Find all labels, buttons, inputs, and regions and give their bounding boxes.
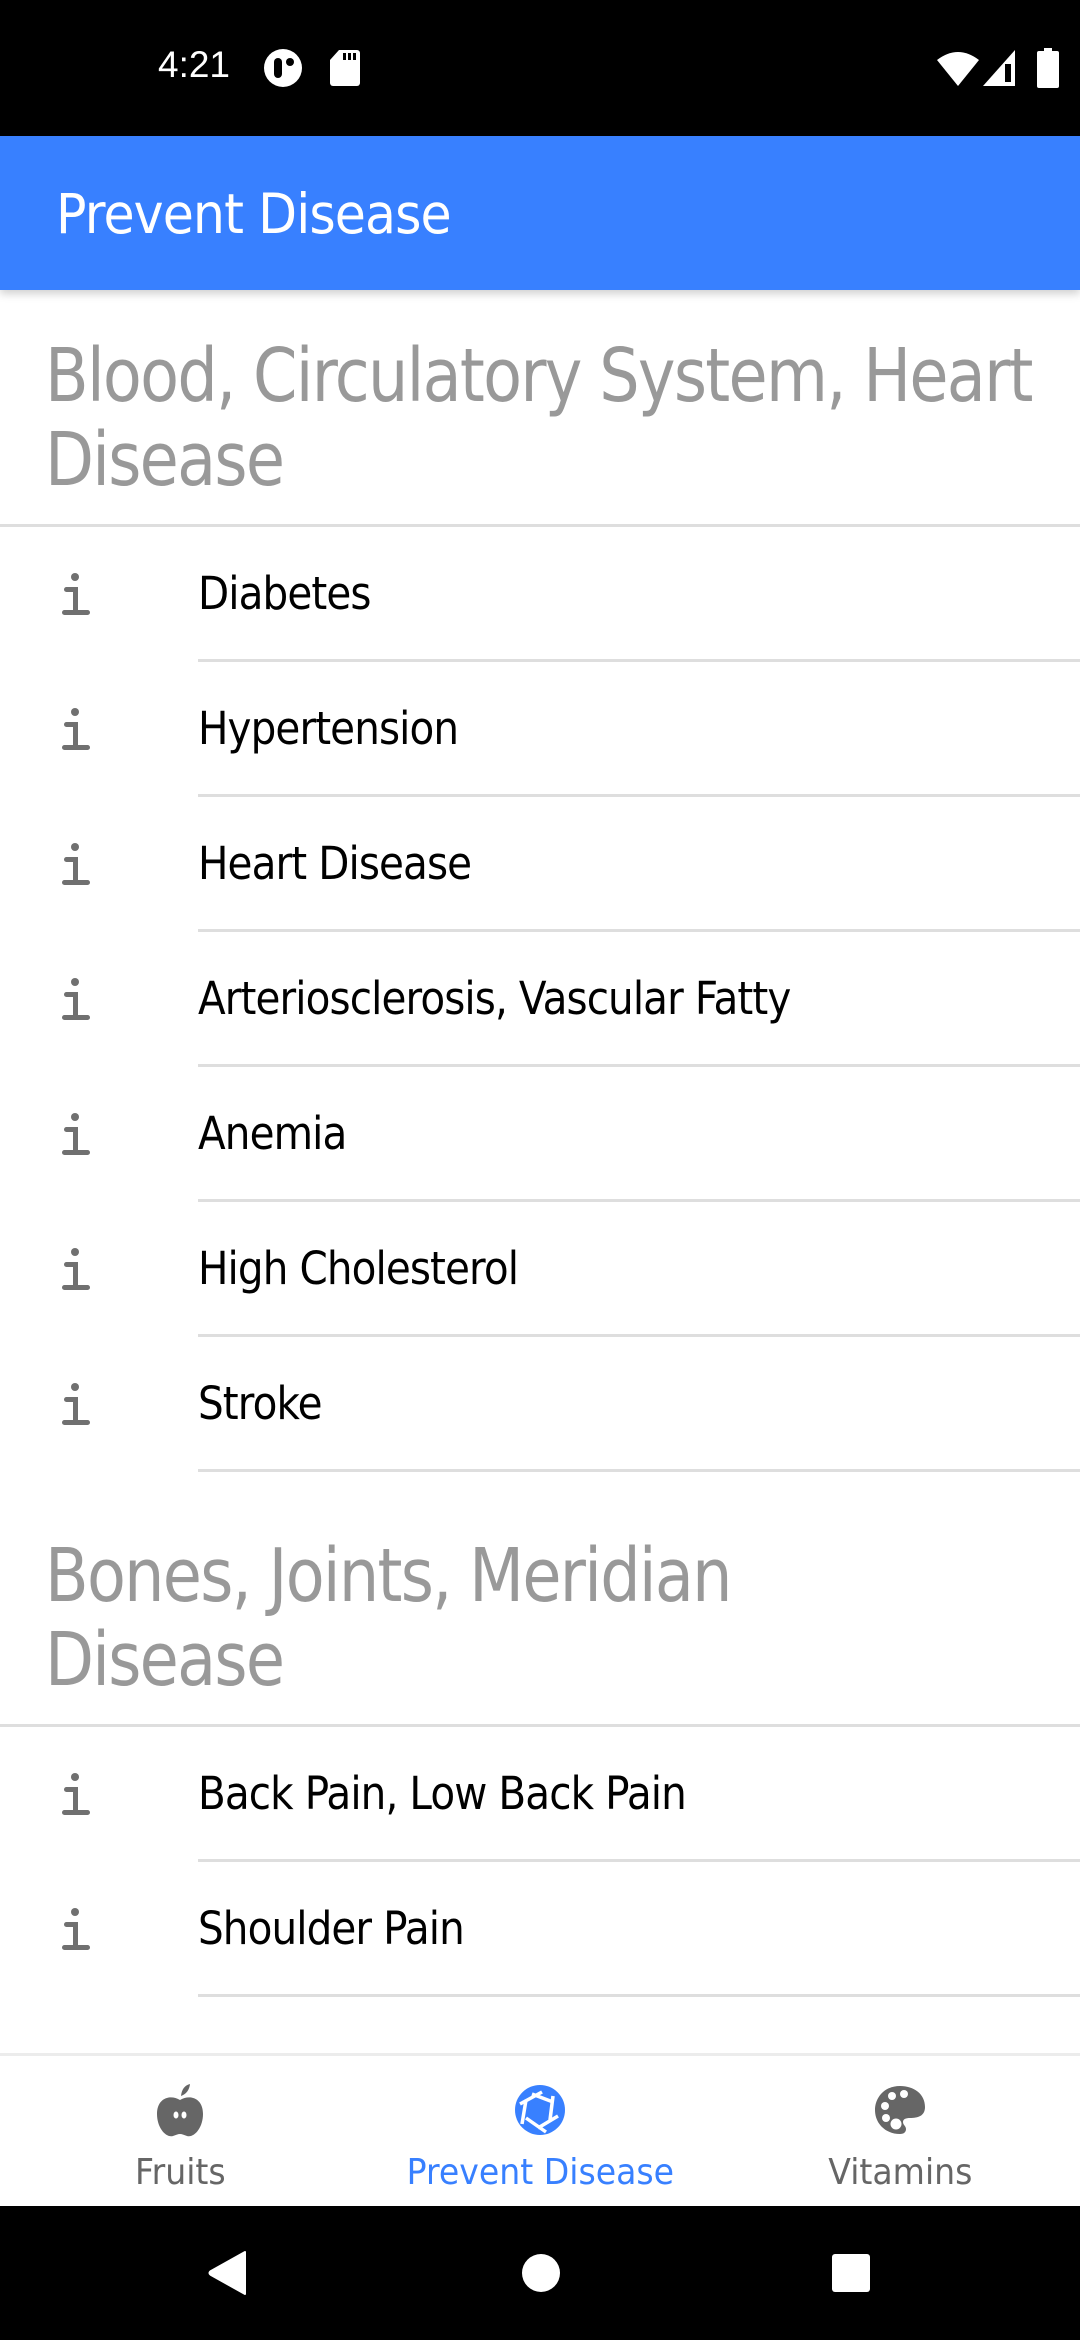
disease-list[interactable]: Blood, Circulatory System, Heart Disease… xyxy=(0,290,1080,2053)
list-item-high-cholesterol[interactable]: High Cholesterol xyxy=(0,1202,1080,1337)
sd-card-icon xyxy=(330,50,360,86)
list-item-anemia[interactable]: Anemia xyxy=(0,1067,1080,1202)
tab-fruits[interactable]: Fruits xyxy=(0,2056,360,2206)
item-label: Hypertension xyxy=(198,701,459,755)
info-icon xyxy=(62,842,90,885)
home-icon[interactable] xyxy=(521,2253,561,2293)
info-icon xyxy=(62,572,90,615)
item-label: High Cholesterol xyxy=(198,1241,519,1295)
bottom-tab-bar: Fruits Prevent Disease Vitamins xyxy=(0,2053,1080,2206)
list-item-heart-disease[interactable]: Heart Disease xyxy=(0,797,1080,932)
item-label: Diabetes xyxy=(198,566,371,620)
palette-icon xyxy=(875,2086,925,2134)
status-bar: 4:21 xyxy=(0,0,1080,136)
item-label: Back Pain, Low Back Pain xyxy=(198,1766,687,1820)
section-title: Bones, Joints, Meridian Disease xyxy=(45,1533,732,1703)
info-icon xyxy=(62,1382,90,1425)
list-item-arteriosclerosis[interactable]: Arteriosclerosis, Vascular Fatty xyxy=(0,932,1080,1067)
system-nav-bar xyxy=(0,2206,1080,2340)
section-header: Blood, Circulatory System, Heart Disease xyxy=(0,290,1080,527)
info-icon xyxy=(62,1907,90,1950)
tab-prevent-disease[interactable]: Prevent Disease xyxy=(360,2056,720,2206)
item-label: Heart Disease xyxy=(198,836,472,890)
data-saver-icon xyxy=(264,49,302,87)
aperture-icon xyxy=(515,2085,565,2135)
item-label: Stroke xyxy=(198,1376,323,1430)
list-item-shoulder-pain[interactable]: Shoulder Pain xyxy=(0,1862,1080,1997)
back-icon[interactable] xyxy=(207,2250,247,2296)
info-icon xyxy=(62,1112,90,1155)
list-item-diabetes[interactable]: Diabetes xyxy=(0,527,1080,662)
item-label: Anemia xyxy=(198,1106,347,1160)
list-item-back-pain[interactable]: Back Pain, Low Back Pain xyxy=(0,1727,1080,1862)
battery-icon xyxy=(1037,48,1059,88)
info-icon xyxy=(62,1247,90,1290)
tab-label: Fruits xyxy=(134,2152,226,2193)
list-item-hypertension[interactable]: Hypertension xyxy=(0,662,1080,797)
wifi-icon xyxy=(937,52,979,86)
item-label: Shoulder Pain xyxy=(198,1901,465,1955)
info-icon xyxy=(62,977,90,1020)
tab-label: Vitamins xyxy=(827,2152,973,2193)
page-title: Prevent Disease xyxy=(56,182,452,246)
app-bar: Prevent Disease xyxy=(0,136,1080,290)
recents-icon[interactable] xyxy=(831,2253,871,2293)
apple-icon xyxy=(157,2084,203,2137)
item-label: Arteriosclerosis, Vascular Fatty xyxy=(198,971,791,1025)
section-title: Blood, Circulatory System, Heart Disease xyxy=(45,333,1033,503)
cell-signal-icon xyxy=(983,50,1015,86)
tab-label: Prevent Disease xyxy=(406,2152,674,2193)
list-item-stroke[interactable]: Stroke xyxy=(0,1337,1080,1472)
info-icon xyxy=(62,1772,90,1815)
section-bones-joints: Bones, Joints, Meridian Disease Back Pai… xyxy=(0,1472,1080,1997)
info-icon xyxy=(62,707,90,750)
section-blood-circulatory: Blood, Circulatory System, Heart Disease… xyxy=(0,290,1080,1472)
status-time: 4:21 xyxy=(158,44,231,85)
section-header: Bones, Joints, Meridian Disease xyxy=(0,1472,1080,1727)
tab-vitamins[interactable]: Vitamins xyxy=(720,2056,1080,2206)
